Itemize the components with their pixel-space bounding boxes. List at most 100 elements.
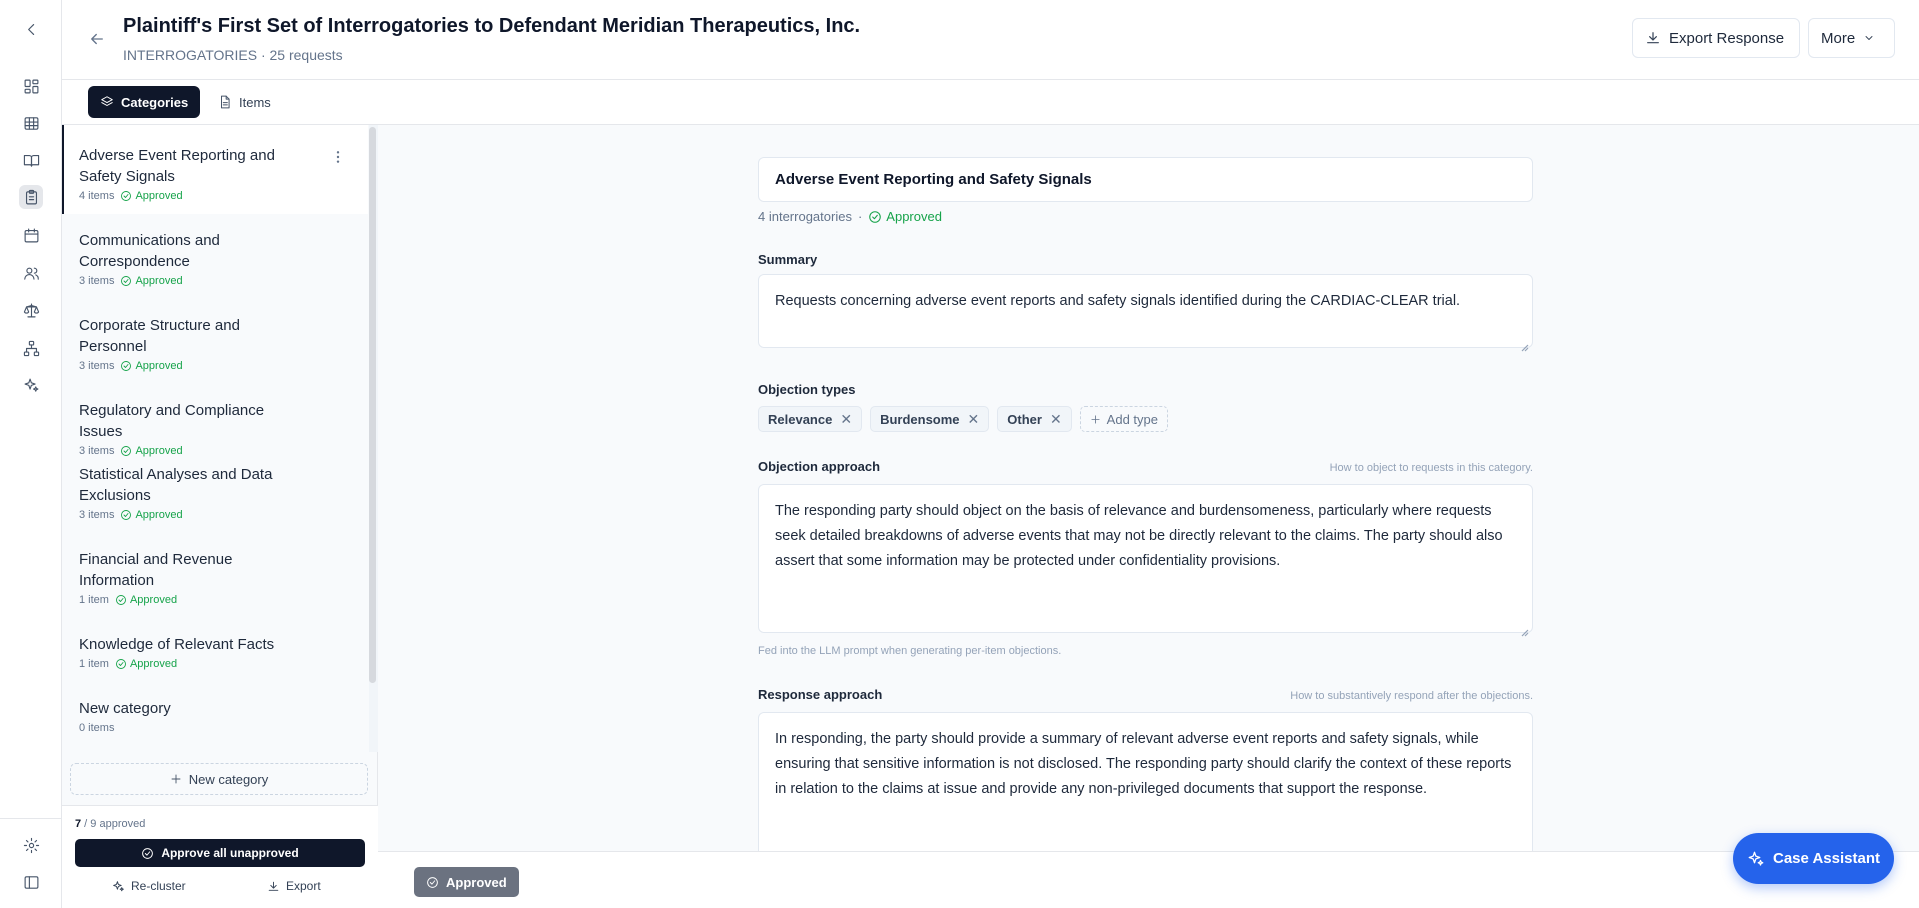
case-assistant-button[interactable]: Case Assistant [1733,833,1894,884]
objection-chip: Relevance ✕ [758,406,863,432]
settings-icon[interactable] [19,833,43,857]
response-approach-hint: How to substantively respond after the o… [1290,690,1533,702]
category-meta: 3 items Approved [79,445,368,457]
sidebar-toggle-icon[interactable] [19,870,43,894]
more-label: More [1821,29,1856,47]
collapse-chevron-icon[interactable] [19,17,43,41]
tab-items-label: Items [239,94,271,110]
objection-chip-label: Relevance [768,411,833,427]
remove-chip-icon[interactable]: ✕ [968,411,980,428]
export-response-button[interactable]: Export Response [1632,18,1800,58]
status-label: Approved [135,190,183,202]
people-icon[interactable] [19,261,43,285]
new-category-label: New category [188,771,269,787]
category-item[interactable]: Corporate Structure and Personnel 3 item… [62,315,368,372]
category-name: Statistical Analyses and Data Exclusions [79,466,273,504]
category-item[interactable]: Regulatory and Compliance Issues 3 items… [62,400,368,457]
layers-icon [101,96,113,106]
book-icon[interactable] [19,148,43,172]
recluster-label: Re-cluster [131,879,186,893]
recluster-button[interactable]: Re-cluster [112,874,186,898]
table-icon[interactable] [19,111,43,135]
approved-button-label: Approved [446,874,507,890]
status-badge: Approved [868,209,942,224]
download-icon [1647,32,1659,44]
objection-approach-label: Objection approach [758,459,881,474]
response-approach-label: Response approach [758,687,883,702]
check-circle-icon [116,595,126,605]
category-count: 1 item [79,594,109,606]
new-category-button[interactable]: New category [70,763,368,795]
export-categories-label: Export [286,879,321,893]
tab-categories-label: Categories [121,94,189,110]
export-response-label: Export Response [1669,29,1785,47]
check-circle-icon [121,276,132,286]
summary-text: Requests concerning adverse event report… [775,293,1461,309]
response-approach-text: In responding, the party should provide … [775,731,1512,797]
add-type-label: Add type [1106,411,1158,427]
response-approach-textarea[interactable]: In responding, the party should provide … [758,712,1533,851]
kebab-menu-icon[interactable] [330,149,346,165]
approve-all-button[interactable]: Approve all unapproved [75,839,365,867]
category-name: New category [79,700,171,717]
dashboard-icon[interactable] [19,74,43,98]
objection-approach-text: The responding party should object on th… [775,503,1503,569]
tab-items[interactable]: Items [206,86,283,118]
category-item[interactable]: Adverse Event Reporting and Safety Signa… [62,125,368,214]
calendar-icon[interactable] [19,223,43,247]
sparkles-icon [1748,851,1764,866]
status-label: Approved [129,594,178,606]
view-toggle-bar: Categories Items [62,80,1919,125]
interrogatory-count: 4 interrogatories [758,209,852,224]
check-circle-icon [116,659,126,669]
category-item[interactable]: Statistical Analyses and Data Exclusions… [62,464,368,521]
category-name: Corporate Structure and Personnel [79,317,240,355]
category-item[interactable]: Knowledge of Relevant Facts 1 item Appro… [62,634,368,670]
category-count: 3 items [79,275,115,287]
page-title: Plaintiff's First Set of Interrogatories… [123,15,861,37]
export-categories-button[interactable]: Export [267,874,321,898]
objection-help-text: Fed into the LLM prompt when generating … [758,645,1062,657]
sparkles-icon[interactable] [19,373,43,397]
category-meta: 1 item Approved [79,594,368,606]
approved-button[interactable]: Approved [414,867,519,897]
status-label: Approved [135,509,183,521]
status-badge: Approved [115,594,177,606]
resize-grip-icon[interactable] [1521,621,1529,637]
scales-icon[interactable] [19,298,43,322]
clipboard-icon[interactable] [19,185,43,209]
check-circle-icon [142,847,154,859]
add-type-button[interactable]: Add type [1079,406,1168,432]
remove-chip-icon[interactable]: ✕ [1050,411,1062,428]
check-circle-icon [121,510,132,520]
category-count: 1 item [79,658,109,670]
category-item[interactable]: Communications and Correspondence 3 item… [62,230,368,287]
category-item[interactable]: Financial and Revenue Information 1 item… [62,549,368,606]
objection-approach-hint: How to object to requests in this catego… [1329,462,1533,474]
remove-chip-icon[interactable]: ✕ [840,411,852,428]
objection-chip: Burdensome ✕ [870,406,990,432]
tab-categories[interactable]: Categories [88,86,201,118]
category-name: Financial and Revenue Information [79,551,233,589]
check-circle-icon [121,191,132,201]
approve-all-label: Approve all unapproved [161,846,299,860]
more-menu-button[interactable]: More [1808,18,1895,58]
resize-grip-icon[interactable] [1521,336,1529,352]
category-meta: 4 items Approved [79,190,368,202]
category-scrollbar-thumb[interactable] [369,127,376,683]
hierarchy-icon[interactable] [19,336,43,360]
category-item[interactable]: New category 0 items [62,698,368,734]
download-icon [268,881,279,891]
objection-chip: Other ✕ [997,406,1072,432]
category-meta: 0 items [79,722,368,734]
category-name-input[interactable]: Adverse Event Reporting and Safety Signa… [758,157,1533,202]
sparkles-icon [113,880,124,891]
summary-textarea[interactable]: Requests concerning adverse event report… [758,274,1533,352]
left-rail [0,0,62,908]
objection-approach-textarea[interactable]: The responding party should object on th… [758,484,1533,637]
status-badge: Approved [120,360,183,372]
back-arrow-icon[interactable] [86,28,108,50]
page-subtitle: INTERROGATORIES · 25 requests [123,47,343,63]
category-editor: Adverse Event Reporting and Safety Signa… [378,125,1919,851]
category-name: Knowledge of Relevant Facts [79,636,275,653]
